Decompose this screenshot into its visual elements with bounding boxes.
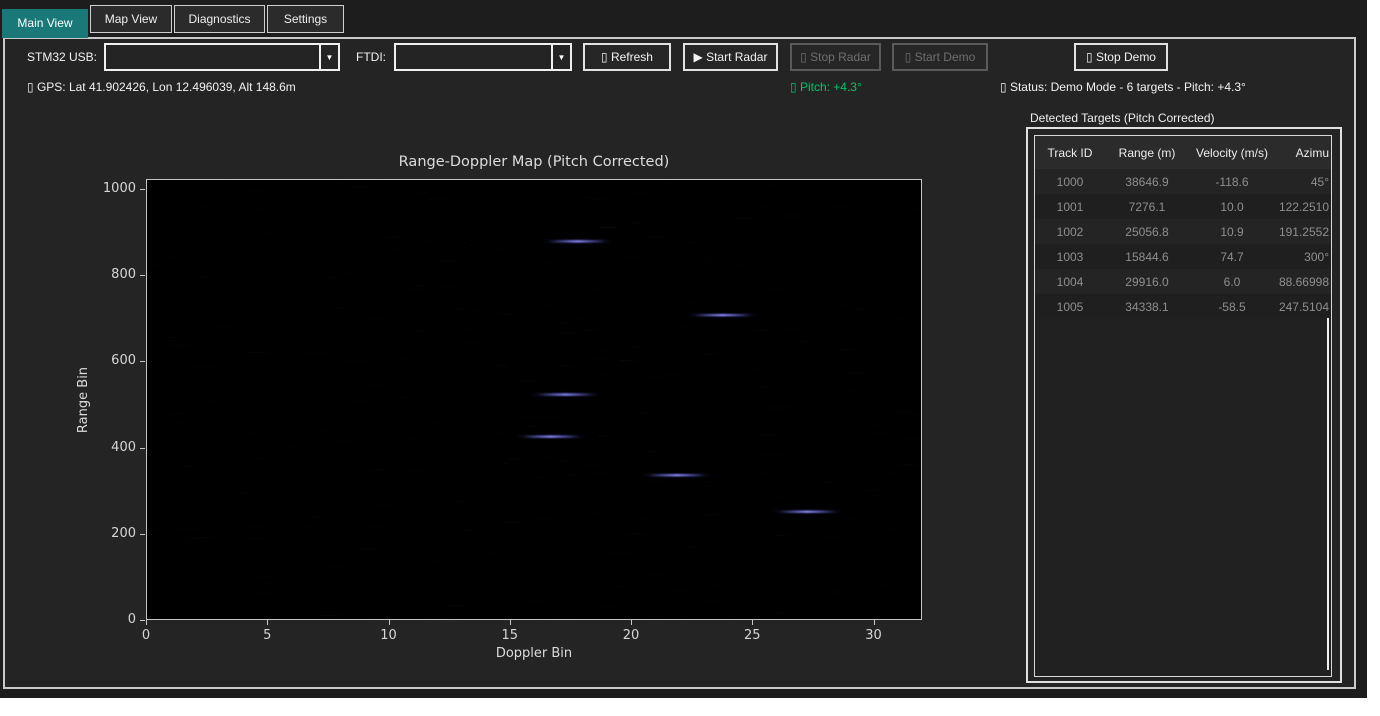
pitch-label: ▯ Pitch: +4.3° bbox=[790, 80, 862, 94]
table-row[interactable]: 10017276.110.0122.2510 bbox=[1035, 194, 1331, 219]
table-cell: 34338.1 bbox=[1105, 300, 1189, 314]
table-cell: 1000 bbox=[1035, 175, 1105, 189]
x-tick-label: 15 bbox=[501, 628, 518, 643]
y-tick-label: 800 bbox=[78, 267, 136, 282]
stop-demo-button[interactable]: ▯ Stop Demo bbox=[1074, 43, 1168, 71]
y-tick bbox=[140, 448, 145, 449]
y-tick-label: 1000 bbox=[78, 181, 136, 196]
x-tick bbox=[146, 620, 147, 625]
table-cell: 1004 bbox=[1035, 275, 1105, 289]
app-window: Main ViewMap ViewDiagnosticsSettings STM… bbox=[0, 0, 1367, 698]
column-header[interactable]: Velocity (m/s) bbox=[1189, 146, 1275, 160]
x-tick bbox=[631, 620, 632, 625]
targets-table-scrollbar[interactable] bbox=[1327, 318, 1329, 670]
table-cell: 300° bbox=[1275, 250, 1331, 264]
x-tick bbox=[874, 620, 875, 625]
y-tick bbox=[140, 189, 145, 190]
stop-radar-button[interactable]: ▯ Stop Radar bbox=[790, 43, 881, 71]
x-tick-label: 5 bbox=[263, 628, 271, 643]
column-header[interactable]: Track ID bbox=[1035, 146, 1105, 160]
stm32-usb-label: STM32 USB: bbox=[27, 50, 97, 64]
y-tick-label: 0 bbox=[78, 612, 136, 627]
table-cell: 1003 bbox=[1035, 250, 1105, 264]
targets-panel-title: Detected Targets (Pitch Corrected) bbox=[1030, 111, 1215, 125]
x-tick-label: 25 bbox=[744, 628, 761, 643]
table-cell: 88.66998 bbox=[1275, 275, 1331, 289]
chevron-down-icon: ▼ bbox=[326, 53, 334, 62]
table-cell: 15844.6 bbox=[1105, 250, 1189, 264]
column-header[interactable]: Azimu bbox=[1275, 146, 1331, 160]
range-doppler-heatmap bbox=[147, 180, 921, 619]
table-cell: 1005 bbox=[1035, 300, 1105, 314]
table-cell: 10.0 bbox=[1189, 200, 1275, 214]
x-tick bbox=[752, 620, 753, 625]
table-cell: 7276.1 bbox=[1105, 200, 1189, 214]
refresh-button[interactable]: ▯ Refresh bbox=[583, 43, 671, 71]
targets-table[interactable]: Track IDRange (m)Velocity (m/s)Azimu 100… bbox=[1034, 135, 1332, 677]
table-row[interactable]: 100225056.810.9191.2552 bbox=[1035, 219, 1331, 244]
targets-table-header: Track IDRange (m)Velocity (m/s)Azimu bbox=[1035, 136, 1331, 169]
table-cell: 74.7 bbox=[1189, 250, 1275, 264]
stm32-usb-dropdown-button[interactable]: ▼ bbox=[319, 45, 338, 69]
table-cell: 191.2552 bbox=[1275, 225, 1331, 239]
y-tick bbox=[140, 534, 145, 535]
y-tick-label: 200 bbox=[78, 526, 136, 541]
tab-settings[interactable]: Settings bbox=[267, 5, 344, 33]
table-cell: 29916.0 bbox=[1105, 275, 1189, 289]
x-tick-label: 0 bbox=[142, 628, 150, 643]
y-tick bbox=[140, 361, 145, 362]
y-tick bbox=[140, 620, 145, 621]
table-row[interactable]: 100429916.06.088.66998 bbox=[1035, 269, 1331, 294]
range-doppler-plot bbox=[146, 179, 922, 620]
table-cell: 45° bbox=[1275, 175, 1331, 189]
table-cell: 122.2510 bbox=[1275, 200, 1331, 214]
x-tick bbox=[267, 620, 268, 625]
start-radar-button[interactable]: ▶ Start Radar bbox=[683, 43, 778, 71]
table-cell: -118.6 bbox=[1189, 175, 1275, 189]
x-axis-label: Doppler Bin bbox=[146, 646, 922, 661]
tab-map-view[interactable]: Map View bbox=[90, 5, 172, 33]
ftdi-combobox[interactable]: ▼ bbox=[394, 43, 572, 71]
targets-table-body: 100038646.9-118.645°10017276.110.0122.25… bbox=[1035, 169, 1331, 319]
tab-bar: Main ViewMap ViewDiagnosticsSettings bbox=[2, 5, 346, 38]
table-cell: 1002 bbox=[1035, 225, 1105, 239]
status-label: ▯ Status: Demo Mode - 6 targets - Pitch:… bbox=[1000, 80, 1246, 94]
table-row[interactable]: 100534338.1-58.5247.5104 bbox=[1035, 294, 1331, 319]
stm32-usb-combobox[interactable]: ▼ bbox=[104, 43, 340, 71]
table-cell: 247.5104 bbox=[1275, 300, 1331, 314]
chart-title: Range-Doppler Map (Pitch Corrected) bbox=[146, 154, 922, 170]
x-tick-label: 20 bbox=[623, 628, 640, 643]
x-tick-label: 10 bbox=[380, 628, 397, 643]
ftdi-label: FTDI: bbox=[356, 50, 386, 64]
column-header[interactable]: Range (m) bbox=[1105, 146, 1189, 160]
chevron-down-icon: ▼ bbox=[558, 53, 566, 62]
start-demo-button[interactable]: ▯ Start Demo bbox=[892, 43, 988, 71]
ftdi-dropdown-button[interactable]: ▼ bbox=[551, 45, 570, 69]
table-row[interactable]: 100038646.9-118.645° bbox=[1035, 169, 1331, 194]
table-cell: 6.0 bbox=[1189, 275, 1275, 289]
x-tick bbox=[510, 620, 511, 625]
table-cell: -58.5 bbox=[1189, 300, 1275, 314]
y-tick bbox=[140, 275, 145, 276]
tab-main-view[interactable]: Main View bbox=[2, 9, 88, 38]
x-tick-label: 30 bbox=[865, 628, 882, 643]
table-row[interactable]: 100315844.674.7300° bbox=[1035, 244, 1331, 269]
table-cell: 1001 bbox=[1035, 200, 1105, 214]
table-cell: 25056.8 bbox=[1105, 225, 1189, 239]
tab-diagnostics[interactable]: Diagnostics bbox=[174, 5, 265, 33]
y-axis-label: Range Bin bbox=[76, 300, 92, 500]
gps-status-label: ▯ GPS: Lat 41.902426, Lon 12.496039, Alt… bbox=[27, 80, 296, 94]
table-cell: 38646.9 bbox=[1105, 175, 1189, 189]
table-cell: 10.9 bbox=[1189, 225, 1275, 239]
x-tick bbox=[389, 620, 390, 625]
